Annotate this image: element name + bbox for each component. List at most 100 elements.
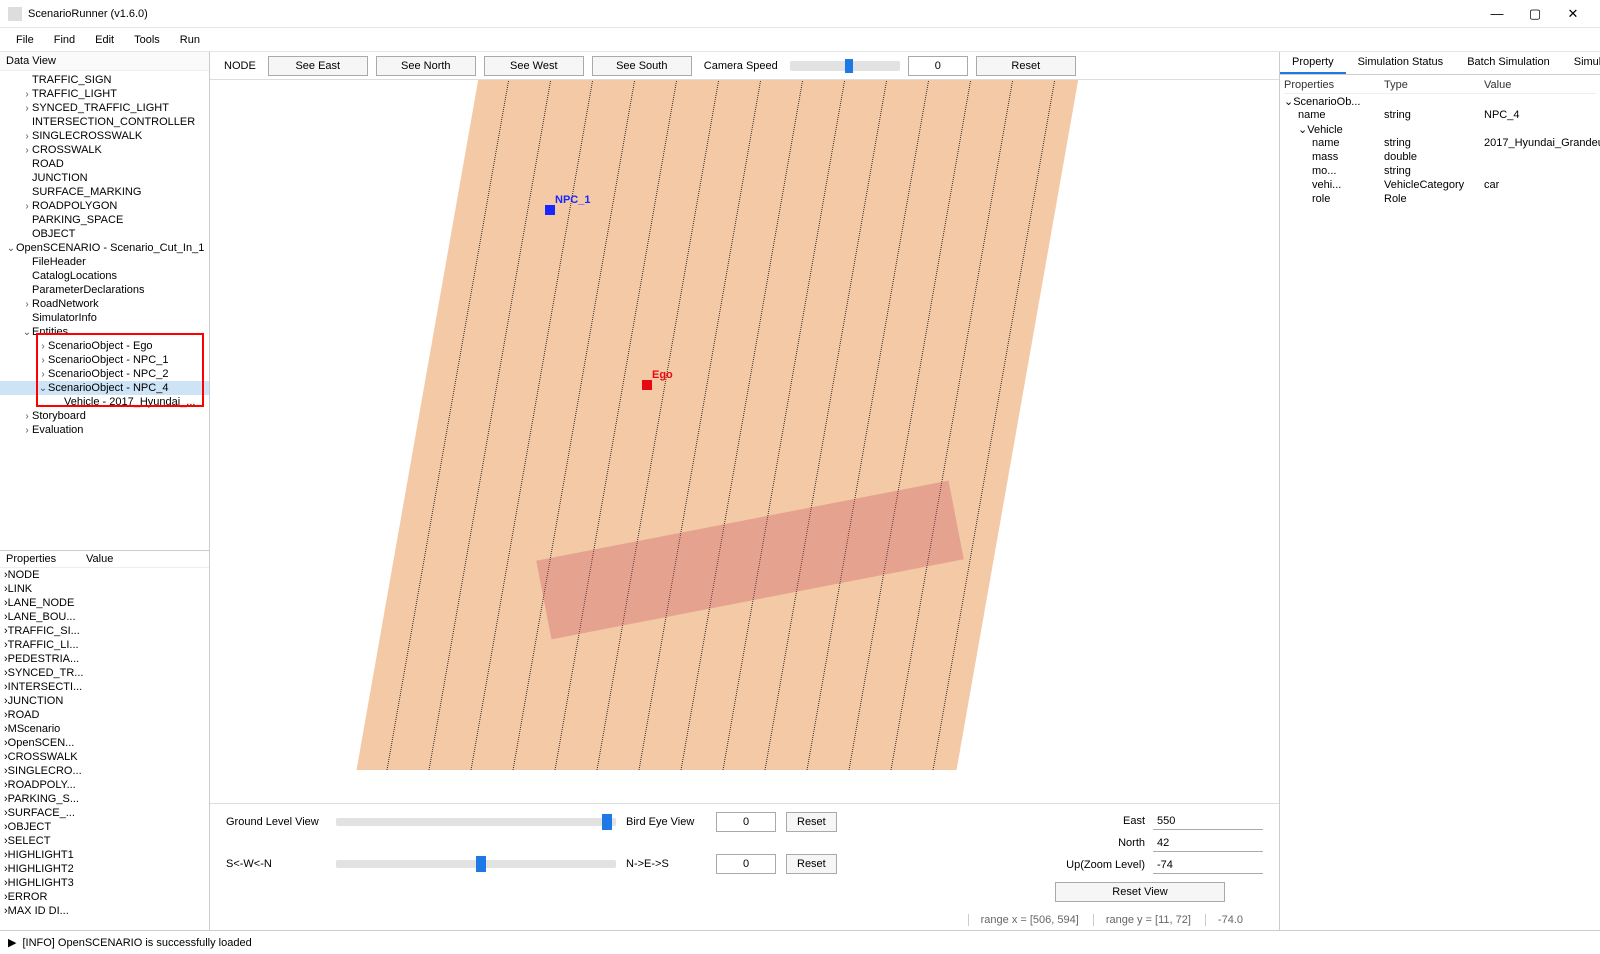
property-grid: Properties Type Value ⌄ScenarioOb...name…	[1280, 75, 1600, 930]
tree-row[interactable]: FileHeader	[0, 255, 209, 269]
tree-row[interactable]: ›ScenarioObject - NPC_2	[0, 367, 209, 381]
view-value-2[interactable]	[716, 854, 776, 874]
north-input[interactable]	[1153, 834, 1263, 852]
props-row[interactable]: ›SURFACE_...	[0, 806, 209, 820]
props-row[interactable]: ›PARKING_S...	[0, 792, 209, 806]
tree-row[interactable]: JUNCTION	[0, 171, 209, 185]
menu-tools[interactable]: Tools	[124, 32, 170, 48]
range-x: range x = [506, 594]	[968, 914, 1079, 926]
status-play-icon[interactable]: ▶	[8, 936, 16, 949]
props-row[interactable]: ›LANE_BOU...	[0, 610, 209, 624]
up-input[interactable]	[1153, 856, 1263, 874]
props-row[interactable]: ›HIGHLIGHT3	[0, 876, 209, 890]
tree-row[interactable]: ParameterDeclarations	[0, 283, 209, 297]
tree-row[interactable]: ›ROADPOLYGON	[0, 199, 209, 213]
tree-row[interactable]: ›TRAFFIC_LIGHT	[0, 87, 209, 101]
props-row[interactable]: ›TRAFFIC_LI...	[0, 638, 209, 652]
lower-controls: Ground Level View Bird Eye View Reset S<…	[210, 803, 1279, 930]
maximize-button[interactable]: ▢	[1516, 2, 1554, 26]
tree-row[interactable]: SURFACE_MARKING	[0, 185, 209, 199]
tree-row[interactable]: TRAFFIC_SIGN	[0, 73, 209, 87]
menu-run[interactable]: Run	[170, 32, 210, 48]
view-value-1[interactable]	[716, 812, 776, 832]
up-label: Up(Zoom Level)	[1055, 859, 1145, 871]
properties-panel: Properties Value ›NODE›LINK›LANE_NODE›LA…	[0, 550, 209, 930]
tree-row[interactable]: INTERSECTION_CONTROLLER	[0, 115, 209, 129]
menu-file[interactable]: File	[6, 32, 44, 48]
props-row[interactable]: ›PEDESTRIA...	[0, 652, 209, 666]
center-panel: NODE See East See North See West See Sou…	[210, 52, 1280, 930]
reset-view-1[interactable]: Reset	[786, 812, 837, 832]
menu-edit[interactable]: Edit	[85, 32, 124, 48]
reset-button[interactable]: Reset	[976, 56, 1076, 76]
propgrid-row[interactable]: ⌄ScenarioOb...	[1284, 94, 1596, 108]
see-north-button[interactable]: See North	[376, 56, 476, 76]
tree-row[interactable]: ⌄OpenSCENARIO - Scenario_Cut_In_1	[0, 241, 209, 255]
props-row[interactable]: ›LANE_NODE	[0, 596, 209, 610]
props-row[interactable]: ›SELECT	[0, 834, 209, 848]
viewport[interactable]: NPC_1 Ego	[210, 80, 1279, 803]
propgrid-row[interactable]: massdouble	[1284, 150, 1596, 164]
minimize-button[interactable]: —	[1478, 2, 1516, 26]
tree-row[interactable]: ›RoadNetwork	[0, 297, 209, 311]
tree-row[interactable]: ›SYNCED_TRAFFIC_LIGHT	[0, 101, 209, 115]
ego-marker[interactable]	[642, 380, 652, 390]
tree-row[interactable]: SimulatorInfo	[0, 311, 209, 325]
see-west-button[interactable]: See West	[484, 56, 584, 76]
tab-simulation[interactable]: Simulati	[1562, 52, 1600, 74]
propgrid-row[interactable]: mo...string	[1284, 164, 1596, 178]
props-row[interactable]: ›OpenSCEN...	[0, 736, 209, 750]
propgrid-row[interactable]: roleRole	[1284, 192, 1596, 206]
props-row[interactable]: ›TRAFFIC_SI...	[0, 624, 209, 638]
tab-property[interactable]: Property	[1280, 52, 1346, 74]
props-row[interactable]: ›ROAD	[0, 708, 209, 722]
props-row[interactable]: ›MScenario	[0, 722, 209, 736]
tree-row[interactable]: ›ScenarioObject - NPC_1	[0, 353, 209, 367]
see-south-button[interactable]: See South	[592, 56, 692, 76]
tree-row[interactable]: PARKING_SPACE	[0, 213, 209, 227]
tree-row[interactable]: ›Storyboard	[0, 409, 209, 423]
close-button[interactable]: ✕	[1554, 2, 1592, 26]
tree-row[interactable]: OBJECT	[0, 227, 209, 241]
props-row[interactable]: ›HIGHLIGHT2	[0, 862, 209, 876]
tree-row[interactable]: ›Evaluation	[0, 423, 209, 437]
props-row[interactable]: ›CROSSWALK	[0, 750, 209, 764]
title-bar: ScenarioRunner (v1.6.0) — ▢ ✕	[0, 0, 1600, 28]
propgrid-row[interactable]: namestring2017_Hyundai_Grandeur	[1284, 136, 1596, 150]
data-view-tree[interactable]: TRAFFIC_SIGN›TRAFFIC_LIGHT›SYNCED_TRAFFI…	[0, 71, 209, 550]
props-row[interactable]: ›LINK	[0, 582, 209, 596]
props-row[interactable]: ›ROADPOLY...	[0, 778, 209, 792]
tree-row[interactable]: ›CROSSWALK	[0, 143, 209, 157]
camera-speed-input[interactable]	[908, 56, 968, 76]
tab-sim-status[interactable]: Simulation Status	[1346, 52, 1456, 74]
props-row[interactable]: ›ERROR	[0, 890, 209, 904]
tree-row[interactable]: CatalogLocations	[0, 269, 209, 283]
npc1-marker[interactable]	[545, 205, 555, 215]
menu-find[interactable]: Find	[44, 32, 85, 48]
camera-speed-slider[interactable]	[790, 61, 900, 71]
props-row[interactable]: ›NODE	[0, 568, 209, 582]
see-east-button[interactable]: See East	[268, 56, 368, 76]
orientation-slider[interactable]	[336, 860, 616, 868]
props-row[interactable]: ›SINGLECRO...	[0, 764, 209, 778]
props-row[interactable]: ›SYNCED_TR...	[0, 666, 209, 680]
tree-row[interactable]: ›ScenarioObject - Ego	[0, 339, 209, 353]
tree-row[interactable]: ›SINGLECROSSWALK	[0, 129, 209, 143]
propgrid-row[interactable]: vehi...VehicleCategorycar	[1284, 178, 1596, 192]
tree-row[interactable]: ⌄Entities	[0, 325, 209, 339]
props-row[interactable]: ›MAX ID DI...	[0, 904, 209, 918]
propgrid-row[interactable]: namestringNPC_4	[1284, 108, 1596, 122]
props-row[interactable]: ›JUNCTION	[0, 694, 209, 708]
tree-row[interactable]: ⌄ScenarioObject - NPC_4	[0, 381, 209, 395]
east-input[interactable]	[1153, 812, 1263, 830]
tab-batch-sim[interactable]: Batch Simulation	[1455, 52, 1562, 74]
props-row[interactable]: ›HIGHLIGHT1	[0, 848, 209, 862]
reset-view-button[interactable]: Reset View	[1055, 882, 1225, 902]
props-row[interactable]: ›INTERSECTI...	[0, 680, 209, 694]
tree-row[interactable]: Vehicle - 2017_Hyundai_...	[0, 395, 209, 409]
propgrid-row[interactable]: ⌄Vehicle	[1284, 122, 1596, 136]
tree-row[interactable]: ROAD	[0, 157, 209, 171]
props-row[interactable]: ›OBJECT	[0, 820, 209, 834]
reset-view-2[interactable]: Reset	[786, 854, 837, 874]
ground-view-slider[interactable]	[336, 818, 616, 826]
